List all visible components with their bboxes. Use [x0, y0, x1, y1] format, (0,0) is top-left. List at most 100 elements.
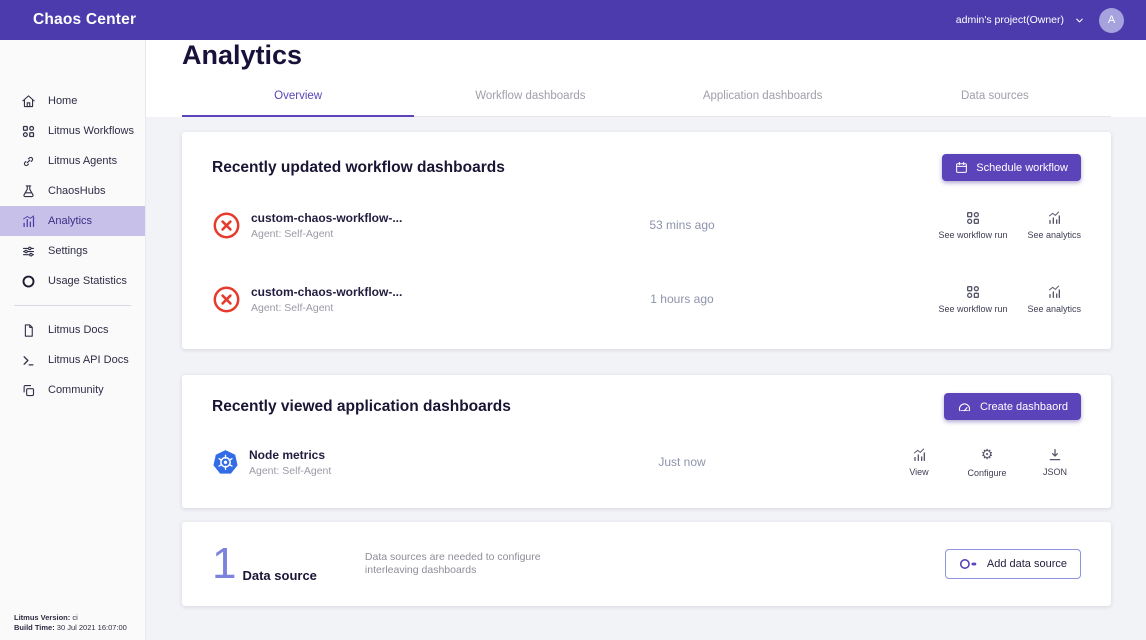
main-content: Analytics Overview Workflow dashboards A… [146, 0, 1146, 640]
chevron-down-icon [1074, 15, 1085, 26]
sidebar-item-label: Litmus API Docs [48, 354, 129, 366]
sidebar-item-label: ChaosHubs [48, 185, 105, 197]
sidebar-item-community[interactable]: Community [0, 375, 145, 405]
json-label: JSON [1043, 467, 1067, 477]
agents-icon [21, 154, 36, 169]
configure-dashboard-button[interactable]: ⚙ Configure [961, 447, 1013, 478]
workflow-run-icon [965, 210, 981, 226]
sidebar-item-label: Litmus Docs [48, 324, 109, 336]
analytics-chart-icon [1046, 210, 1062, 226]
see-analytics-label: See analytics [1027, 304, 1081, 314]
docs-icon [21, 323, 36, 338]
data-source-count: 1 [212, 542, 236, 586]
see-workflow-run-button[interactable]: See workflow run [938, 284, 1007, 314]
workflow-run-icon [965, 284, 981, 300]
sidebar-item-label: Home [48, 95, 77, 107]
workflow-dashboards-card: Recently updated workflow dashboards Sch… [182, 132, 1111, 349]
workflow-updated-time: 1 hours ago [602, 292, 762, 306]
sidebar-item-litmus-agents[interactable]: Litmus Agents [0, 146, 145, 176]
sidebar-item-usage-statistics[interactable]: Usage Statistics [0, 266, 145, 296]
view-label: View [909, 467, 928, 477]
content-area: Recently updated workflow dashboards Sch… [146, 117, 1146, 640]
workflow-updated-time: 53 mins ago [602, 218, 762, 232]
create-dashboard-label: Create dashbaord [980, 401, 1068, 413]
tab-data-sources[interactable]: Data sources [879, 90, 1111, 116]
create-dashboard-button[interactable]: Create dashbaord [944, 393, 1081, 420]
home-icon [21, 94, 36, 109]
workflows-icon [21, 124, 36, 139]
project-selector[interactable]: admin's project(Owner) [956, 14, 1085, 26]
sidebar-item-litmus-api-docs[interactable]: Litmus API Docs [0, 345, 145, 375]
community-icon [21, 383, 36, 398]
application-dashboards-card: Recently viewed application dashboards C… [182, 375, 1111, 508]
download-icon [1047, 447, 1063, 463]
api-docs-icon [21, 353, 36, 368]
failed-status-icon [212, 285, 241, 314]
sidebar-item-label: Analytics [48, 215, 92, 227]
build-time-label: Build Time: [14, 623, 55, 632]
see-workflow-run-label: See workflow run [938, 304, 1007, 314]
dashboard-viewed-time: Just now [602, 455, 762, 469]
build-time-value: 30 Jul 2021 16:07:00 [55, 623, 127, 632]
schedule-workflow-button[interactable]: Schedule workflow [942, 154, 1081, 181]
settings-icon [21, 244, 36, 259]
sidebar-item-chaoshubs[interactable]: ChaosHubs [0, 176, 145, 206]
sidebar: Home Litmus Workflows Litmus Agents Chao… [0, 40, 146, 640]
failed-status-icon [212, 211, 241, 240]
sidebar-item-label: Litmus Agents [48, 155, 117, 167]
dashboard-name[interactable]: Node metrics [249, 448, 331, 462]
litmus-version-label: Litmus Version: [14, 613, 70, 622]
workflow-name[interactable]: custom-chaos-workflow-... [251, 211, 402, 225]
usage-statistics-icon [21, 274, 36, 289]
add-data-source-label: Add data source [987, 558, 1067, 570]
app-title: Chaos Center [33, 11, 136, 29]
page-title: Analytics [146, 40, 1146, 71]
workflow-agent: Agent: Self-Agent [251, 228, 402, 240]
view-dashboard-button[interactable]: View [893, 447, 945, 478]
workflow-row: custom-chaos-workflow-... Agent: Self-Ag… [212, 277, 1081, 321]
analytics-chart-icon [1046, 284, 1062, 300]
sidebar-item-label: Litmus Workflows [48, 125, 134, 137]
tab-bar: Overview Workflow dashboards Application… [182, 90, 1111, 117]
see-analytics-button[interactable]: See analytics [1027, 284, 1081, 314]
add-data-source-button[interactable]: Add data source [945, 549, 1081, 579]
dashboard-agent: Agent: Self-Agent [249, 465, 331, 477]
calendar-icon [955, 161, 968, 174]
project-selector-label: admin's project(Owner) [956, 14, 1064, 26]
workflow-card-title: Recently updated workflow dashboards [212, 159, 505, 177]
workflow-row: custom-chaos-workflow-... Agent: Self-Ag… [212, 203, 1081, 247]
sidebar-item-label: Community [48, 384, 104, 396]
datasource-icon [959, 557, 978, 571]
application-card-title: Recently viewed application dashboards [212, 398, 511, 416]
see-workflow-run-label: See workflow run [938, 230, 1007, 240]
gear-icon: ⚙ [981, 447, 994, 464]
sidebar-divider [14, 305, 131, 306]
analytics-icon [21, 214, 36, 229]
workflow-name[interactable]: custom-chaos-workflow-... [251, 285, 402, 299]
version-info: Litmus Version: ci Build Time: 30 Jul 20… [14, 613, 127, 633]
see-analytics-button[interactable]: See analytics [1027, 210, 1081, 240]
chaoshubs-icon [21, 184, 36, 199]
sidebar-item-litmus-docs[interactable]: Litmus Docs [0, 315, 145, 345]
json-download-button[interactable]: JSON [1029, 447, 1081, 478]
avatar[interactable]: A [1099, 8, 1124, 33]
data-source-label: Data source [242, 568, 316, 583]
configure-label: Configure [967, 468, 1006, 478]
view-chart-icon [911, 447, 927, 463]
dashboard-gauge-icon [957, 400, 972, 413]
sidebar-item-label: Usage Statistics [48, 275, 127, 287]
sidebar-item-settings[interactable]: Settings [0, 236, 145, 266]
litmus-version-value: ci [70, 613, 78, 622]
sidebar-item-label: Settings [48, 245, 88, 257]
sidebar-item-analytics[interactable]: Analytics [0, 206, 145, 236]
avatar-initial: A [1108, 14, 1115, 26]
workflow-agent: Agent: Self-Agent [251, 302, 402, 314]
tab-overview[interactable]: Overview [182, 90, 414, 117]
sidebar-item-litmus-workflows[interactable]: Litmus Workflows [0, 116, 145, 146]
tab-application-dashboards[interactable]: Application dashboards [647, 90, 879, 116]
tab-workflow-dashboards[interactable]: Workflow dashboards [414, 90, 646, 116]
kubernetes-icon [212, 449, 239, 476]
sidebar-item-home[interactable]: Home [0, 86, 145, 116]
see-workflow-run-button[interactable]: See workflow run [938, 210, 1007, 240]
app-header: Chaos Center admin's project(Owner) A [0, 0, 1146, 40]
